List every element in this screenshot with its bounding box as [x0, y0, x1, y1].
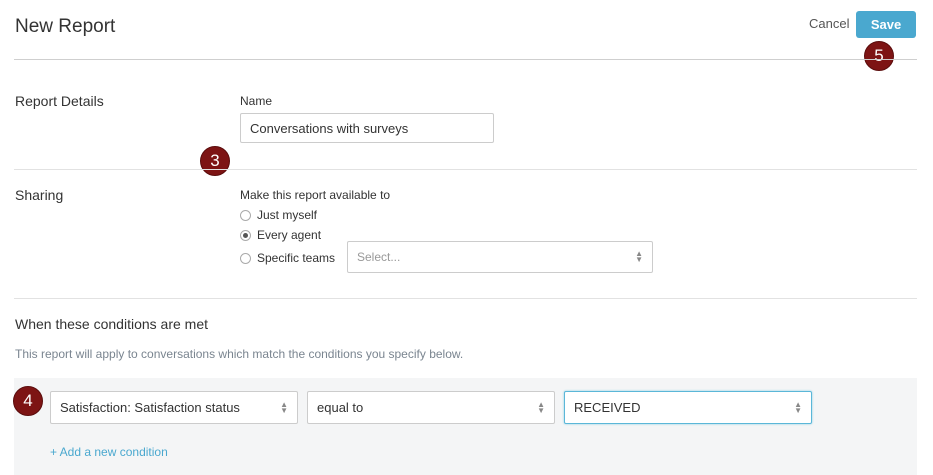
sharing-prompt: Make this report available to [240, 188, 391, 202]
condition-operator-value: equal to [317, 400, 364, 415]
conditions-helper-text: This report will apply to conversations … [15, 347, 464, 361]
teams-select[interactable]: Select... ▲ ▼ [347, 241, 653, 273]
header-divider [14, 59, 917, 60]
select-caret-icon: ▲ ▼ [794, 399, 802, 415]
radio-just-myself[interactable]: Just myself [240, 208, 317, 222]
report-name-value: Conversations with surveys [250, 120, 409, 136]
radio-specific-teams-label: Specific teams [257, 251, 336, 265]
save-button[interactable]: Save [856, 11, 916, 38]
sharing-label: Sharing [15, 187, 64, 203]
select-caret-icon: ▲ ▼ [635, 249, 643, 264]
report-details-label: Report Details [15, 93, 104, 109]
conditions-label: When these conditions are met [15, 316, 208, 332]
radio-just-myself-label: Just myself [257, 208, 318, 222]
select-caret-icon: ▲ ▼ [280, 399, 288, 415]
section-divider-2 [14, 298, 917, 299]
report-name-input[interactable]: Conversations with surveys [240, 113, 494, 143]
condition-operator-select[interactable]: equal to ▲ ▼ [307, 391, 555, 424]
radio-every-agent[interactable]: Every agent [240, 228, 321, 242]
section-divider-1 [14, 169, 917, 170]
name-field-label: Name [240, 94, 273, 108]
select-caret-icon: ▲ ▼ [537, 399, 545, 415]
condition-field-value: Satisfaction: Satisfaction status [60, 400, 240, 415]
callout-badge-3: 3 [200, 146, 230, 176]
radio-circle-icon[interactable] [240, 209, 251, 221]
radio-every-agent-label: Every agent [257, 228, 322, 242]
condition-value-select[interactable]: RECEIVED ▲ ▼ [564, 391, 812, 424]
cancel-button[interactable]: Cancel [809, 16, 849, 31]
callout-badge-4: 4 [13, 386, 43, 416]
radio-circle-icon[interactable] [240, 252, 251, 264]
radio-checked-icon[interactable] [240, 229, 251, 241]
radio-specific-teams[interactable]: Specific teams [240, 251, 335, 265]
add-condition-link[interactable]: + Add a new condition [50, 445, 168, 459]
teams-select-placeholder: Select... [357, 250, 401, 264]
page-title: New Report [15, 16, 116, 37]
callout-badge-5: 5 [864, 41, 894, 71]
condition-field-select[interactable]: Satisfaction: Satisfaction status ▲ ▼ [50, 391, 298, 424]
condition-value-value: RECEIVED [574, 400, 641, 415]
